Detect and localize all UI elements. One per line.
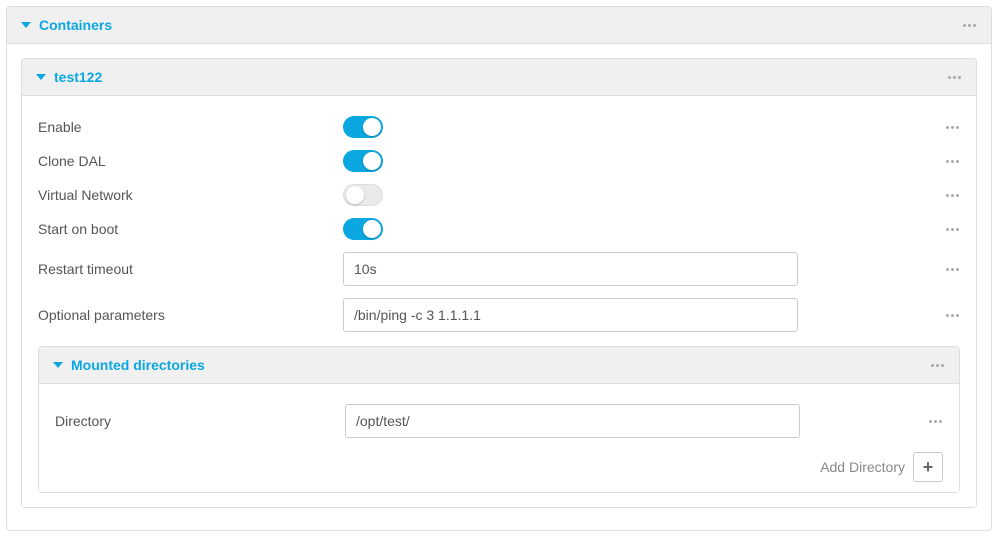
mounted-directories-menu-icon[interactable] bbox=[929, 357, 945, 373]
container-panel: test122 Enable Clone DAL Virtual Network bbox=[21, 58, 977, 508]
optional-parameters-menu-icon[interactable] bbox=[944, 307, 960, 323]
optional-parameters-label: Optional parameters bbox=[38, 307, 343, 323]
containers-body: test122 Enable Clone DAL Virtual Network bbox=[7, 44, 991, 530]
clone-dal-label: Clone DAL bbox=[38, 153, 343, 169]
restart-timeout-label: Restart timeout bbox=[38, 261, 343, 277]
collapse-icon bbox=[36, 74, 46, 80]
start-on-boot-label: Start on boot bbox=[38, 221, 343, 237]
mounted-directories-title: Mounted directories bbox=[71, 357, 205, 373]
optional-parameters-input[interactable] bbox=[343, 298, 798, 332]
restart-timeout-input[interactable] bbox=[343, 252, 798, 286]
directory-label: Directory bbox=[55, 413, 345, 429]
clone-dal-toggle[interactable] bbox=[343, 150, 383, 172]
virtual-network-label: Virtual Network bbox=[38, 187, 343, 203]
plus-icon: + bbox=[923, 458, 934, 476]
directory-input[interactable] bbox=[345, 404, 800, 438]
enable-toggle[interactable] bbox=[343, 116, 383, 138]
enable-label: Enable bbox=[38, 119, 343, 135]
virtual-network-toggle[interactable] bbox=[343, 184, 383, 206]
container-body: Enable Clone DAL Virtual Network Start o… bbox=[22, 96, 976, 507]
container-menu-icon[interactable] bbox=[946, 69, 962, 85]
container-header[interactable]: test122 bbox=[22, 59, 976, 96]
containers-menu-icon[interactable] bbox=[961, 17, 977, 33]
start-on-boot-toggle[interactable] bbox=[343, 218, 383, 240]
mounted-directories-body: Directory Add Directory + bbox=[39, 384, 959, 492]
start-on-boot-menu-icon[interactable] bbox=[944, 221, 960, 237]
mounted-directories-header[interactable]: Mounted directories bbox=[39, 347, 959, 384]
add-directory-label: Add Directory bbox=[820, 459, 905, 475]
mounted-directories-panel: Mounted directories Directory Add Direct… bbox=[38, 346, 960, 493]
container-name: test122 bbox=[54, 69, 102, 85]
restart-timeout-menu-icon[interactable] bbox=[944, 261, 960, 277]
containers-panel: Containers test122 Enable Clone DAL bbox=[6, 6, 992, 531]
virtual-network-menu-icon[interactable] bbox=[944, 187, 960, 203]
containers-title: Containers bbox=[39, 17, 112, 33]
enable-menu-icon[interactable] bbox=[944, 119, 960, 135]
clone-dal-menu-icon[interactable] bbox=[944, 153, 960, 169]
add-directory-button[interactable]: + bbox=[913, 452, 943, 482]
collapse-icon bbox=[53, 362, 63, 368]
collapse-icon bbox=[21, 22, 31, 28]
containers-header[interactable]: Containers bbox=[7, 7, 991, 44]
directory-menu-icon[interactable] bbox=[927, 413, 943, 429]
